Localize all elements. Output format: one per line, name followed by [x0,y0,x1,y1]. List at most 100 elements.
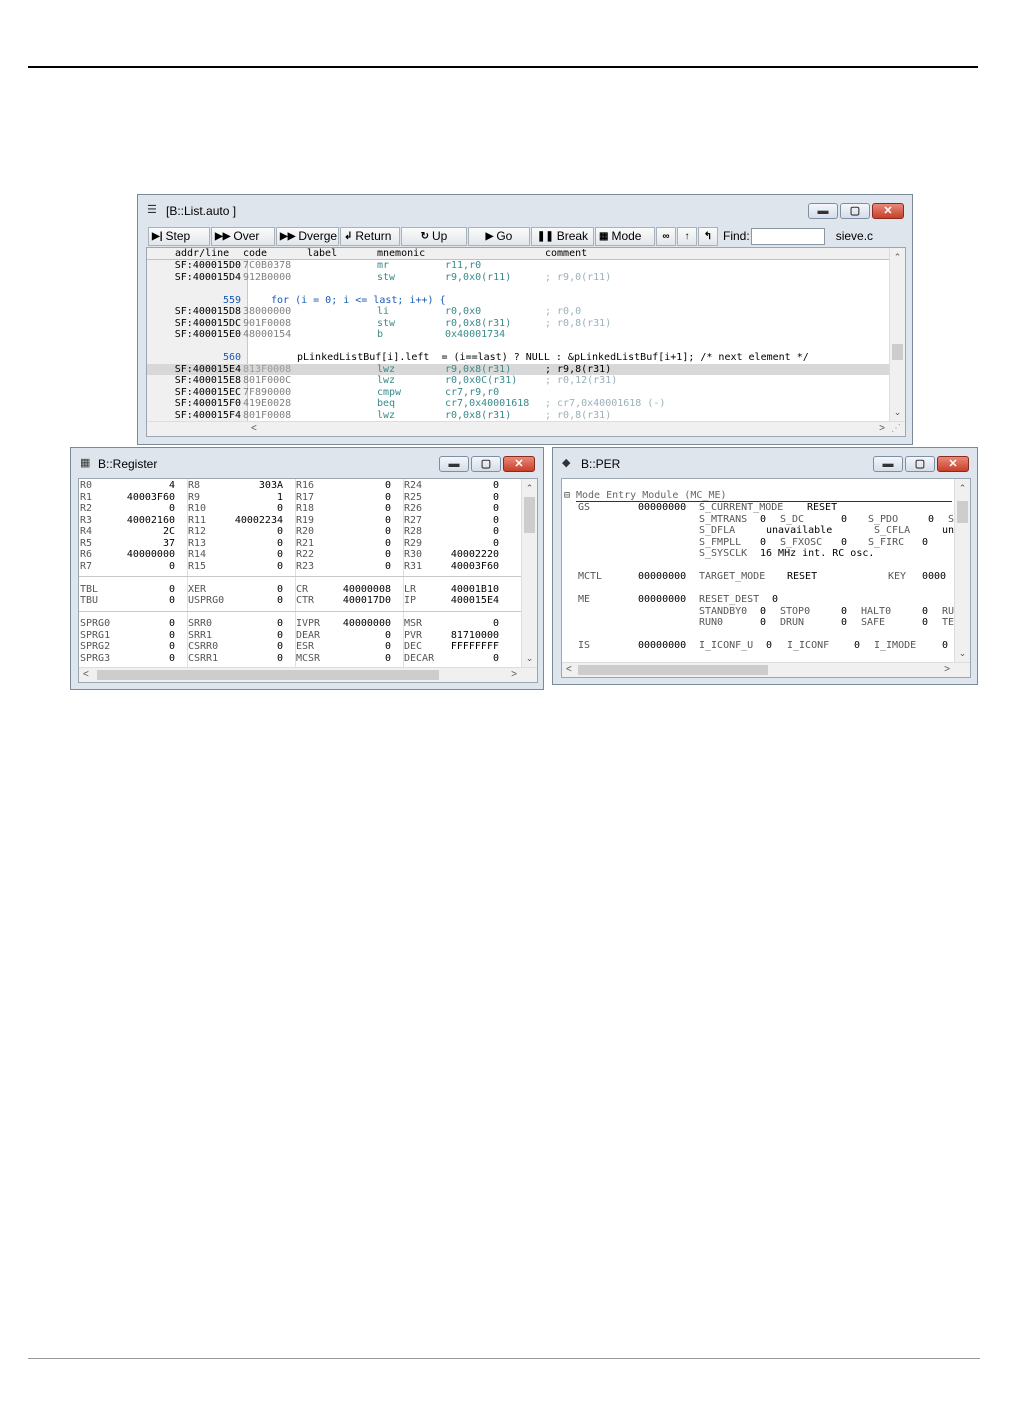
register-value[interactable]: 40000000 [321,618,391,630]
disassembly-row[interactable]: SF:400015EC 7F890000 cmpw cr7,r9,r0 [147,387,889,399]
field-i-iconf-u-value[interactable]: 0 [766,640,772,652]
register-value[interactable]: FFFFFFFF [429,641,499,653]
register-value[interactable]: 0 [429,480,499,492]
return-button[interactable]: ↲ Return [340,226,400,246]
register-value[interactable]: 0 [105,630,175,642]
scroll-right-icon[interactable]: > [944,664,950,675]
register-value[interactable]: 0 [105,503,175,515]
per-tree-title[interactable]: Mode Entry Module (MC_ME) [576,490,727,502]
register-value[interactable]: 0 [213,641,283,653]
field-s-dfla-value[interactable]: unavailable [766,525,832,537]
register-value[interactable]: 0 [213,584,283,596]
field-halt0-value[interactable]: 0 [922,606,928,618]
field-s-current-mode-value[interactable]: RESET [807,502,837,514]
go-button[interactable]: ▶ Go [468,226,530,246]
scroll-up-icon[interactable]: ⌃ [522,483,537,494]
register-value[interactable]: 0 [213,595,283,607]
scroll-left-icon[interactable]: < [566,664,572,675]
register-value[interactable]: 0 [429,538,499,550]
register-value[interactable]: 0 [321,503,391,515]
reg-is-value[interactable]: 00000000 [638,640,686,652]
step-button[interactable]: ▶| Step [148,226,210,246]
register-horizontal-scrollbar[interactable]: < > [79,667,537,682]
list-vertical-scrollbar[interactable]: ⌃ ⌄ [889,248,905,422]
field-run0-value[interactable]: 0 [760,617,766,629]
field-i-iconf-value[interactable]: 0 [854,640,860,652]
register-value[interactable]: 0 [429,618,499,630]
up-button[interactable]: ↻ Up [401,226,467,246]
scroll-down-icon[interactable]: ⌄ [522,653,537,664]
over-button[interactable]: ▶▶ Over [211,226,275,246]
register-value[interactable]: 0 [321,526,391,538]
field-stop0-value[interactable]: 0 [841,606,847,618]
goto-caller-button[interactable]: ↑ [677,226,697,246]
field-drun-value[interactable]: 0 [841,617,847,629]
field-safe-value[interactable]: 0 [922,617,928,629]
maximize-button[interactable]: ▢ [840,203,870,219]
register-value[interactable]: 0 [213,549,283,561]
minimize-button[interactable]: ▬ [808,203,838,219]
field-s-sysclk-value[interactable]: 16 MHz int. RC osc. [760,548,874,560]
register-value[interactable]: 0 [321,641,391,653]
register-value[interactable]: 400017D0 [321,595,391,607]
register-value[interactable]: 40002234 [213,515,283,527]
close-button[interactable]: ✕ [872,203,904,219]
register-value[interactable]: 0 [213,503,283,515]
per-horizontal-scrollbar[interactable]: < > [562,662,970,677]
scroll-right-icon[interactable]: > [511,669,517,680]
scroll-up-icon[interactable]: ⌃ [890,252,905,263]
register-value[interactable]: 40002160 [105,515,175,527]
register-value[interactable]: 4 [105,480,175,492]
register-value[interactable]: 0 [429,503,499,515]
reg-gs-value[interactable]: 00000000 [638,502,686,514]
disassembly-row[interactable]: SF:400015DC 901F0008 stw r0,0x8(r31) ; r0,8(… [147,318,889,330]
register-value[interactable]: 0 [105,641,175,653]
disassembly-row[interactable]: SF:400015D0 7C0B0378 mr r11,r0 [147,260,889,272]
disassembly-row[interactable]: SF:400015F0 419E0028 beq cr7,0x40001618 ; cr… [147,398,889,410]
disassembly-row[interactable]: SF:400015E4 813F0008 lwz r9,0x8(r31) ; r9,8(… [147,363,889,375]
register-value[interactable]: 0 [321,653,391,665]
register-value[interactable]: 81710000 [429,630,499,642]
field-s-cfla-value[interactable]: un [942,525,954,537]
minimize-button[interactable]: ▬ [439,456,469,472]
register-value[interactable]: 0 [321,515,391,527]
list-scroll-thumb[interactable] [892,344,903,360]
register-value[interactable]: 0 [105,653,175,665]
disassembly-row[interactable]: SF:400015F4 801F0008 lwz r0,0x8(r31) ; r0,8(… [147,410,889,422]
scroll-down-icon[interactable]: ⌄ [955,648,970,659]
disassembly-row[interactable]: SF:400015E8 801F000C lwz r0,0x0C(r31) ; r0,1… [147,375,889,387]
register-value[interactable]: 1 [213,492,283,504]
register-value[interactable]: 0 [105,595,175,607]
per-vertical-scrollbar[interactable]: ⌃ ⌄ [954,479,970,663]
register-titlebar[interactable]: ▦ B::Register ▬ ▢ ✕ [71,448,543,478]
reg-mctl-value[interactable]: 00000000 [638,571,686,583]
list-content[interactable]: addr/line code label mnemonic comment SF… [146,247,906,437]
scroll-up-icon[interactable]: ⌃ [955,483,970,494]
reg-me-value[interactable]: 00000000 [638,594,686,606]
register-value[interactable]: 0 [429,526,499,538]
register-value[interactable]: 0 [321,480,391,492]
break-button[interactable]: ❚❚ Break [531,226,594,246]
register-value[interactable]: 0 [321,630,391,642]
field-s-mtrans-value[interactable]: 0 [760,514,766,526]
register-value[interactable]: 40001B10 [429,584,499,596]
field-s-dc-value[interactable]: 0 [841,514,847,526]
disassembly-row[interactable]: SF:400015E0 48000154 b 0x40001734 [147,329,889,341]
field-target-mode-value[interactable]: RESET [787,571,817,583]
register-value[interactable]: 0 [105,561,175,573]
scroll-left-icon[interactable]: < [251,423,257,434]
register-vertical-scrollbar[interactable]: ⌃ ⌄ [521,479,537,668]
register-value[interactable]: 37 [105,538,175,550]
find-input[interactable] [750,227,825,245]
list-horizontal-scrollbar[interactable]: < > ⋰ [147,421,905,436]
scroll-down-icon[interactable]: ⌄ [890,407,905,418]
register-value[interactable]: 0 [105,584,175,596]
register-value[interactable]: 40003F60 [105,492,175,504]
field-reset-dest-value[interactable]: 0 [772,594,778,606]
register-value[interactable]: 0 [321,538,391,550]
register-value[interactable]: 0 [105,618,175,630]
register-window[interactable]: ▦ B::Register ▬ ▢ ✕ R0 4 R8 303A R16 0 R24 0 R1 4… [70,447,544,690]
diverge-button[interactable]: ▶▶ Dverge [276,226,339,246]
register-value[interactable]: 0 [213,526,283,538]
source-line-row[interactable]: 559 for (i = 0; i <= last; i++) { [147,295,889,307]
